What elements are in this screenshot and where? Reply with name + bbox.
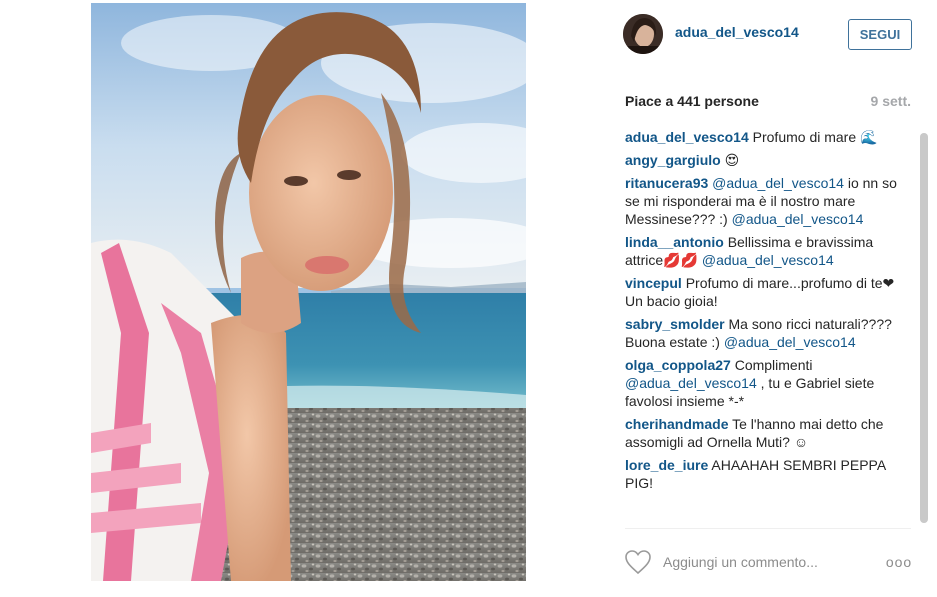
post-photo[interactable] xyxy=(91,3,526,581)
avatar[interactable] xyxy=(623,14,663,54)
post-footer: ooo xyxy=(607,540,937,586)
comment-author-link[interactable]: linda__antonio xyxy=(625,234,724,250)
profile-picture xyxy=(623,14,663,54)
mention-link[interactable]: @adua_del_vesco14 xyxy=(702,252,834,268)
mention-link[interactable]: @adua_del_vesco14 xyxy=(625,375,757,391)
comment-author-link[interactable]: adua_del_vesco14 xyxy=(625,129,749,145)
follow-button[interactable]: SEGUI xyxy=(848,19,912,50)
post-side-panel: adua_del_vesco14 SEGUI Piace a 441 perso… xyxy=(607,0,937,597)
mention-link[interactable]: @adua_del_vesco14 xyxy=(732,211,864,227)
comment-author-link[interactable]: olga_coppola27 xyxy=(625,357,731,373)
comment-text: Complimenti xyxy=(734,357,813,373)
comment-input[interactable] xyxy=(663,550,863,574)
comment-item: olga_coppola27 Complimenti @adua_del_ves… xyxy=(625,356,900,410)
beach-selfie-image xyxy=(91,3,526,581)
post-viewer: adua_del_vesco14 SEGUI Piace a 441 perso… xyxy=(0,0,937,597)
comment-author-link[interactable]: ritanucera93 xyxy=(625,175,708,191)
comment-item: vincepul Profumo di mare...profumo di te… xyxy=(625,274,900,310)
mention-link[interactable]: @adua_del_vesco14 xyxy=(712,175,844,191)
comment-text: Profumo di mare 🌊 xyxy=(752,129,878,145)
divider xyxy=(625,528,911,529)
comment-author-link[interactable]: sabry_smolder xyxy=(625,316,725,332)
heart-outline-icon[interactable] xyxy=(624,549,652,575)
post-header: adua_del_vesco14 SEGUI xyxy=(607,0,937,78)
scrollbar-thumb[interactable] xyxy=(920,133,928,523)
comment-author-link[interactable]: vincepul xyxy=(625,275,682,291)
comment-author-link[interactable]: angy_gargiulo xyxy=(625,152,721,168)
comment-item: angy_gargiulo 😍 xyxy=(625,151,900,169)
more-options-button[interactable]: ooo xyxy=(885,554,913,570)
comment-item: cherihandmade Te l'hanno mai detto che a… xyxy=(625,415,900,451)
comment-author-link[interactable]: cherihandmade xyxy=(625,416,728,432)
comment-author-link[interactable]: lore_de_iure xyxy=(625,457,708,473)
comment-item: adua_del_vesco14 Profumo di mare 🌊 xyxy=(625,128,900,146)
post-stats: Piace a 441 persone 9 sett. xyxy=(625,93,911,115)
mention-link[interactable]: @adua_del_vesco14 xyxy=(724,334,856,350)
comment-item: linda__antonio Bellissima e bravissima a… xyxy=(625,233,900,269)
comment-item: sabry_smolder Ma sono ricci naturali????… xyxy=(625,315,900,351)
username-link[interactable]: adua_del_vesco14 xyxy=(675,24,799,40)
comment-item: ritanucera93 @adua_del_vesco14 io nn so … xyxy=(625,174,900,228)
comments-list[interactable]: adua_del_vesco14 Profumo di mare 🌊 angy_g… xyxy=(625,128,925,528)
comment-item: lore_de_iure AHAAHAH SEMBRI PEPPA PIG! xyxy=(625,456,900,492)
comment-text: 😍 xyxy=(724,152,740,168)
likes-count[interactable]: Piace a 441 persone xyxy=(625,93,759,109)
comments-scrollbar[interactable] xyxy=(920,133,928,523)
post-age[interactable]: 9 sett. xyxy=(871,93,911,109)
